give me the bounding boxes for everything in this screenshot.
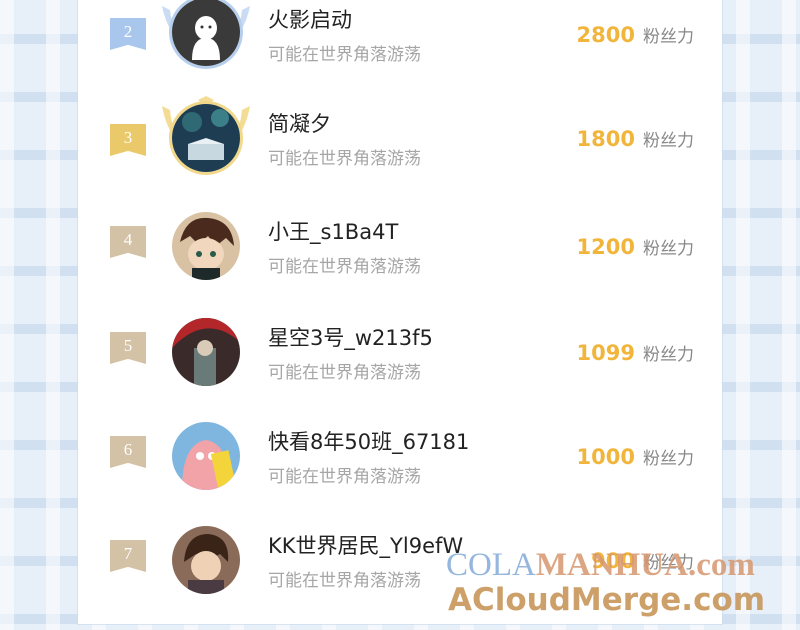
user-status: 可能在世界角落游荡 (268, 571, 421, 591)
fan-power-unit: 粉丝力 (643, 449, 694, 469)
ghost-avatar-icon (172, 0, 240, 66)
user-name[interactable]: 快看8年50班_67181 (268, 426, 469, 456)
avatar[interactable] (172, 422, 240, 490)
fan-power: 1099 粉丝力 (577, 340, 694, 365)
rank-badge: 5 (110, 332, 146, 364)
ranking-row-4[interactable]: 4 小王_s1Ba4T 可能在世界角落游荡 1200 粉丝力 (78, 212, 722, 316)
anime-boy-avatar-icon (172, 212, 240, 280)
rank-badge: 3 (110, 124, 146, 156)
ranking-row-5[interactable]: 5 星空3号_w213f5 可能在世界角落游荡 1099 粉丝力 (78, 318, 722, 422)
ranking-row-6[interactable]: 6 快看8年50班_67181 可能在世界角落游荡 1000 粉丝力 (78, 422, 722, 526)
rank-number: 7 (123, 544, 133, 563)
user-status: 可能在世界角落游荡 (268, 467, 421, 487)
avatar[interactable] (172, 212, 240, 280)
rank-number: 4 (123, 230, 133, 249)
avatar[interactable] (172, 104, 240, 172)
fan-power: 1800 粉丝力 (577, 126, 694, 151)
rank-badge: 4 (110, 226, 146, 258)
rank-badge: 7 (110, 540, 146, 572)
fan-power-unit: 粉丝力 (643, 27, 694, 47)
ranking-row-3[interactable]: 3 简凝夕 可能在世界角落游荡 1800 粉丝力 (78, 96, 722, 208)
user-name[interactable]: 小王_s1Ba4T (268, 216, 398, 246)
user-status: 可能在世界角落游荡 (268, 45, 421, 65)
fan-power-value: 1000 (576, 445, 635, 469)
fan-power-unit: 粉丝力 (643, 131, 694, 151)
rank-number: 5 (123, 336, 133, 355)
fan-power-value: 1800 (576, 127, 635, 151)
rank-badge: 2 (110, 18, 146, 50)
rank-number: 3 (123, 128, 133, 147)
rank-number: 2 (123, 22, 133, 41)
fan-power-value: 1099 (576, 341, 635, 365)
fan-power: 1200 粉丝力 (577, 234, 694, 259)
fan-power: 2800 粉丝力 (577, 22, 694, 47)
book-scene-avatar-icon (172, 104, 240, 172)
watermark-part1: COLA (446, 547, 536, 583)
user-status: 可能在世界角落游荡 (268, 363, 421, 383)
fan-power-value: 1200 (576, 235, 635, 259)
watermark-cola-manhua: COLAMANHUA.com (446, 544, 755, 584)
watermark-acloudmerge: ACloudMerge.com (448, 582, 766, 618)
watermark-part2: MANHUA.com (535, 547, 755, 583)
user-name[interactable]: 星空3号_w213f5 (268, 322, 433, 352)
fan-power: 1000 粉丝力 (577, 444, 694, 469)
user-name[interactable]: KK世界居民_Yl9efW (268, 530, 463, 560)
avatar[interactable] (172, 318, 240, 386)
patrick-star-avatar-icon (172, 422, 240, 490)
fan-power-unit: 粉丝力 (643, 239, 694, 259)
user-name[interactable]: 简凝夕 (268, 108, 331, 138)
red-umbrella-avatar-icon (172, 318, 240, 386)
fan-ranking-panel: 2 火影启动 可能在世界角落游荡 2800 粉丝力 3 简凝夕 可能在世界角落游… (78, 0, 722, 624)
user-status: 可能在世界角落游荡 (268, 149, 421, 169)
user-name[interactable]: 火影启动 (268, 4, 352, 34)
avatar[interactable] (172, 0, 240, 66)
avatar[interactable] (172, 526, 240, 594)
fan-power-unit: 粉丝力 (643, 345, 694, 365)
rank-badge: 6 (110, 436, 146, 468)
ranking-row-2[interactable]: 2 火影启动 可能在世界角落游荡 2800 粉丝力 (78, 0, 722, 104)
user-status: 可能在世界角落游荡 (268, 257, 421, 277)
rank-number: 6 (123, 440, 133, 459)
anime-man-avatar-icon (172, 526, 240, 594)
fan-power-value: 2800 (576, 23, 635, 47)
